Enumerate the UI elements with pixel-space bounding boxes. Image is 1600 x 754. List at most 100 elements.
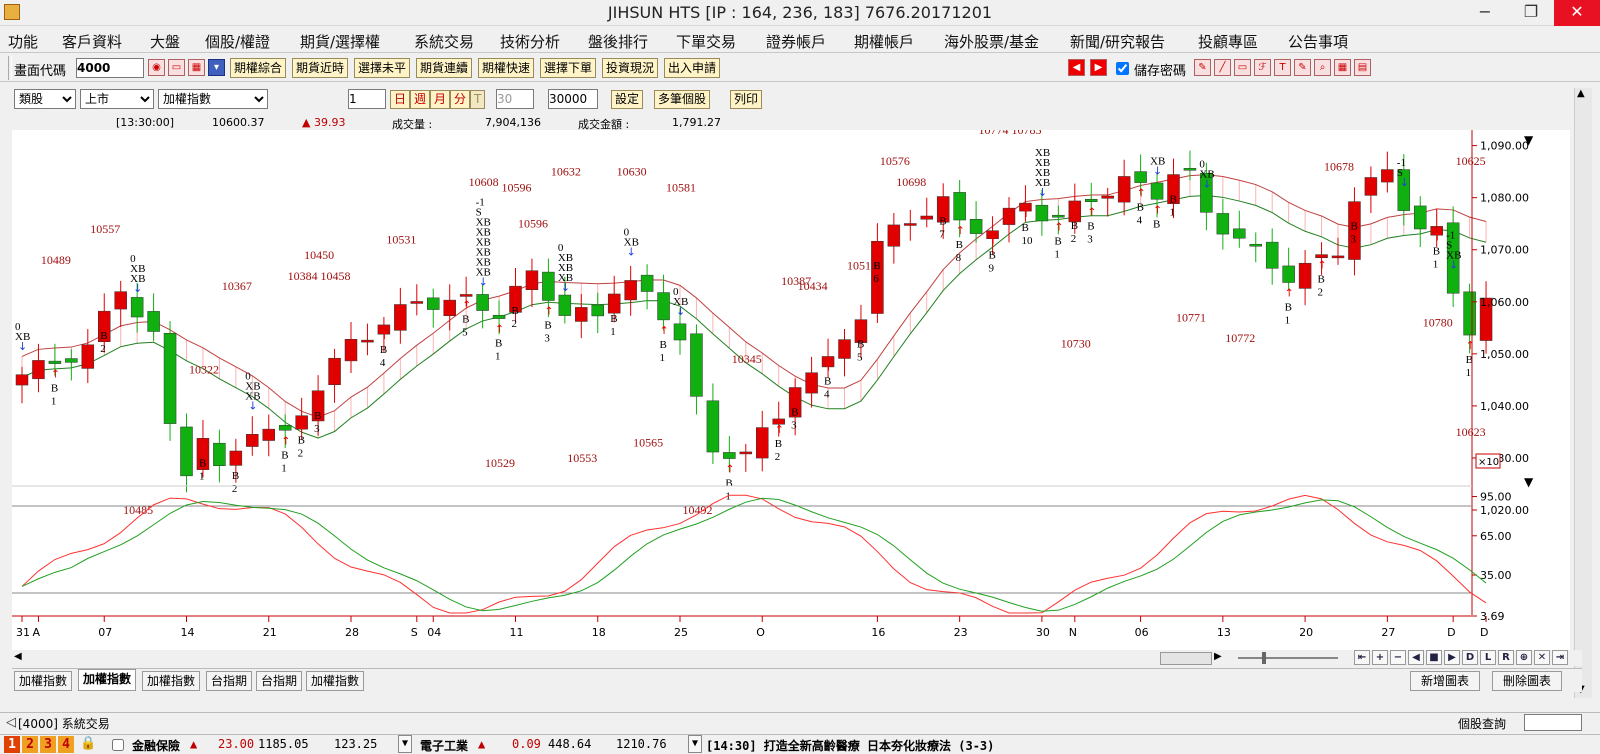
menu-item-6[interactable]: 技術分析: [500, 31, 560, 52]
toolbar-button-1[interactable]: 期貨近時: [292, 58, 349, 78]
r-icon[interactable]: R: [1498, 650, 1514, 665]
tool-icon-6[interactable]: ✎: [1294, 59, 1311, 76]
tool-icon-1[interactable]: ✎: [1194, 59, 1211, 76]
scroll-left-icon[interactable]: ◀: [14, 651, 22, 662]
sector1-dropdown-icon[interactable]: ▼: [398, 735, 412, 753]
tool-icon-8[interactable]: ▦: [1334, 59, 1351, 76]
next-bar-icon[interactable]: ▶: [1444, 650, 1460, 665]
market-select[interactable]: 上市: [80, 89, 154, 109]
h-scroll-thumb[interactable]: [1160, 652, 1212, 665]
lock-icon[interactable]: 🔒: [80, 736, 96, 751]
chart-tool-button-0[interactable]: 設定: [611, 90, 644, 109]
menu-item-2[interactable]: 大盤: [150, 31, 180, 52]
sector2-dropdown-icon[interactable]: ▼: [688, 735, 702, 753]
first-icon[interactable]: ⇤: [1354, 650, 1370, 665]
prev-bar-icon[interactable]: ◀: [1408, 650, 1424, 665]
count-spinner[interactable]: [348, 89, 386, 109]
screen-code-input[interactable]: [76, 58, 144, 78]
d-icon[interactable]: D: [1462, 650, 1478, 665]
menu-item-0[interactable]: 功能: [8, 31, 38, 52]
next-icon[interactable]: ▶: [1090, 59, 1107, 76]
stop-icon[interactable]: ■: [1426, 650, 1442, 665]
tool-icon-3[interactable]: ▭: [1234, 59, 1251, 76]
menu-item-4[interactable]: 期貨/選擇權: [300, 31, 380, 52]
menu-item-14[interactable]: 公告事項: [1288, 31, 1348, 52]
index-select[interactable]: 加權指數: [158, 89, 268, 109]
zoom-in-icon[interactable]: +: [1372, 650, 1388, 665]
tool-icon-2[interactable]: ╱: [1214, 59, 1231, 76]
maximize-button[interactable]: ❐: [1508, 0, 1554, 26]
period-value-input[interactable]: [496, 89, 534, 109]
zoom-slider-track[interactable]: [1238, 657, 1338, 659]
page-2-button[interactable]: 2: [22, 736, 38, 753]
period-button-0[interactable]: 日: [390, 90, 411, 109]
menu-item-13[interactable]: 投顧專區: [1198, 31, 1258, 52]
period-button-2[interactable]: 月: [430, 90, 451, 109]
menu-item-9[interactable]: 證券帳戶: [766, 31, 826, 52]
period-button-1[interactable]: 週: [410, 90, 431, 109]
menu-item-12[interactable]: 新聞/研究報告: [1070, 31, 1165, 52]
tool-icon-9[interactable]: ▤: [1354, 59, 1371, 76]
period-button-3[interactable]: 分: [450, 90, 471, 109]
category-select[interactable]: 類股: [14, 89, 76, 109]
last-icon[interactable]: ⇥: [1552, 650, 1568, 665]
dropdown-icon[interactable]: ▾: [208, 59, 225, 76]
toolbar-button-2[interactable]: 選擇未平: [354, 58, 411, 78]
bars-input[interactable]: [548, 89, 598, 109]
stock-query-input[interactable]: [1524, 714, 1582, 731]
news-headline[interactable]: [14:30] 打造全新高齡醫療 日本夯化妝療法 (3-3): [706, 737, 994, 754]
menu-item-11[interactable]: 海外股票/基金: [944, 31, 1039, 52]
chart-tab-0[interactable]: 加權指數: [14, 671, 73, 691]
tool-icon-5[interactable]: T: [1274, 59, 1291, 76]
osc-panel-dropdown-icon[interactable]: ▼: [1524, 475, 1534, 489]
page-1-button[interactable]: 1: [4, 736, 20, 753]
menu-item-10[interactable]: 期權帳戶: [854, 31, 914, 52]
toolbar-button-0[interactable]: 期權綜合: [230, 58, 287, 78]
zoom-slider-thumb[interactable]: [1262, 652, 1266, 664]
chart-tab-2[interactable]: 加權指數: [142, 671, 201, 691]
save-password-checkbox[interactable]: [1116, 62, 1129, 75]
menu-item-7[interactable]: 盤後排行: [588, 31, 648, 52]
menu-item-8[interactable]: 下單交易: [676, 31, 736, 52]
period-button-4[interactable]: T: [470, 90, 486, 109]
tool-icon-7[interactable]: ⌕: [1314, 59, 1331, 76]
scroll-right-icon[interactable]: ▶: [1214, 651, 1222, 662]
price-panel-dropdown-icon[interactable]: ▼: [1524, 133, 1534, 147]
chart-tab-3[interactable]: 台指期: [206, 671, 253, 691]
price-chart[interactable]: 10489 10557 10485 10367 10322 10450 10384 10458…: [12, 123, 1570, 650]
page-4-button[interactable]: 4: [58, 736, 74, 753]
ticker-checkbox[interactable]: [112, 739, 124, 751]
red-action-icon-3[interactable]: ▦: [188, 59, 205, 76]
close-chart-icon[interactable]: ✕: [1534, 650, 1550, 665]
minimize-button[interactable]: −: [1462, 0, 1508, 26]
red-action-icon-2[interactable]: ▭: [168, 59, 185, 76]
signal-label: 7: [939, 229, 945, 241]
magnify-icon[interactable]: ⊕: [1516, 650, 1532, 665]
close-button[interactable]: ✕: [1554, 0, 1600, 26]
chart-tab-1[interactable]: 加權指數: [78, 669, 137, 691]
chart-tab-4[interactable]: 台指期: [256, 671, 303, 691]
page-3-button[interactable]: 3: [40, 736, 56, 753]
sell-arrow-icon: ↓: [561, 281, 570, 294]
sell-arrow-icon: ↓: [1038, 186, 1047, 199]
zoom-out-icon[interactable]: −: [1390, 650, 1406, 665]
toolbar-button-5[interactable]: 選擇下單: [540, 58, 597, 78]
red-action-icon-1[interactable]: ◉: [148, 59, 165, 76]
toolbar-button-7[interactable]: 出入申請: [664, 58, 721, 78]
l-icon[interactable]: L: [1480, 650, 1496, 665]
menu-item-5[interactable]: 系統交易: [414, 31, 474, 52]
toolbar-button-3[interactable]: 期貨連續: [416, 58, 473, 78]
tool-icon-4[interactable]: ℱ: [1254, 59, 1271, 76]
prev-icon[interactable]: ◀: [1068, 59, 1085, 76]
toolbar-button-6[interactable]: 投資現況: [602, 58, 659, 78]
menu-item-1[interactable]: 客戶資料: [62, 31, 122, 52]
toolbar-button-4[interactable]: 期權快速: [478, 58, 535, 78]
chart-tab-5[interactable]: 加權指數: [306, 671, 365, 691]
chart-tool-button-1[interactable]: 多筆個股: [654, 90, 711, 109]
add-chart-button[interactable]: 新增圖表: [1410, 671, 1481, 691]
chart-tool-button-2[interactable]: 列印: [730, 90, 763, 109]
menu-item-3[interactable]: 個股/權證: [205, 31, 270, 52]
delete-chart-button[interactable]: 刪除圖表: [1492, 671, 1563, 691]
scroll-up-icon[interactable]: ▲: [1577, 88, 1585, 99]
vertical-scrollbar[interactable]: ▲ ▼: [1574, 88, 1592, 698]
